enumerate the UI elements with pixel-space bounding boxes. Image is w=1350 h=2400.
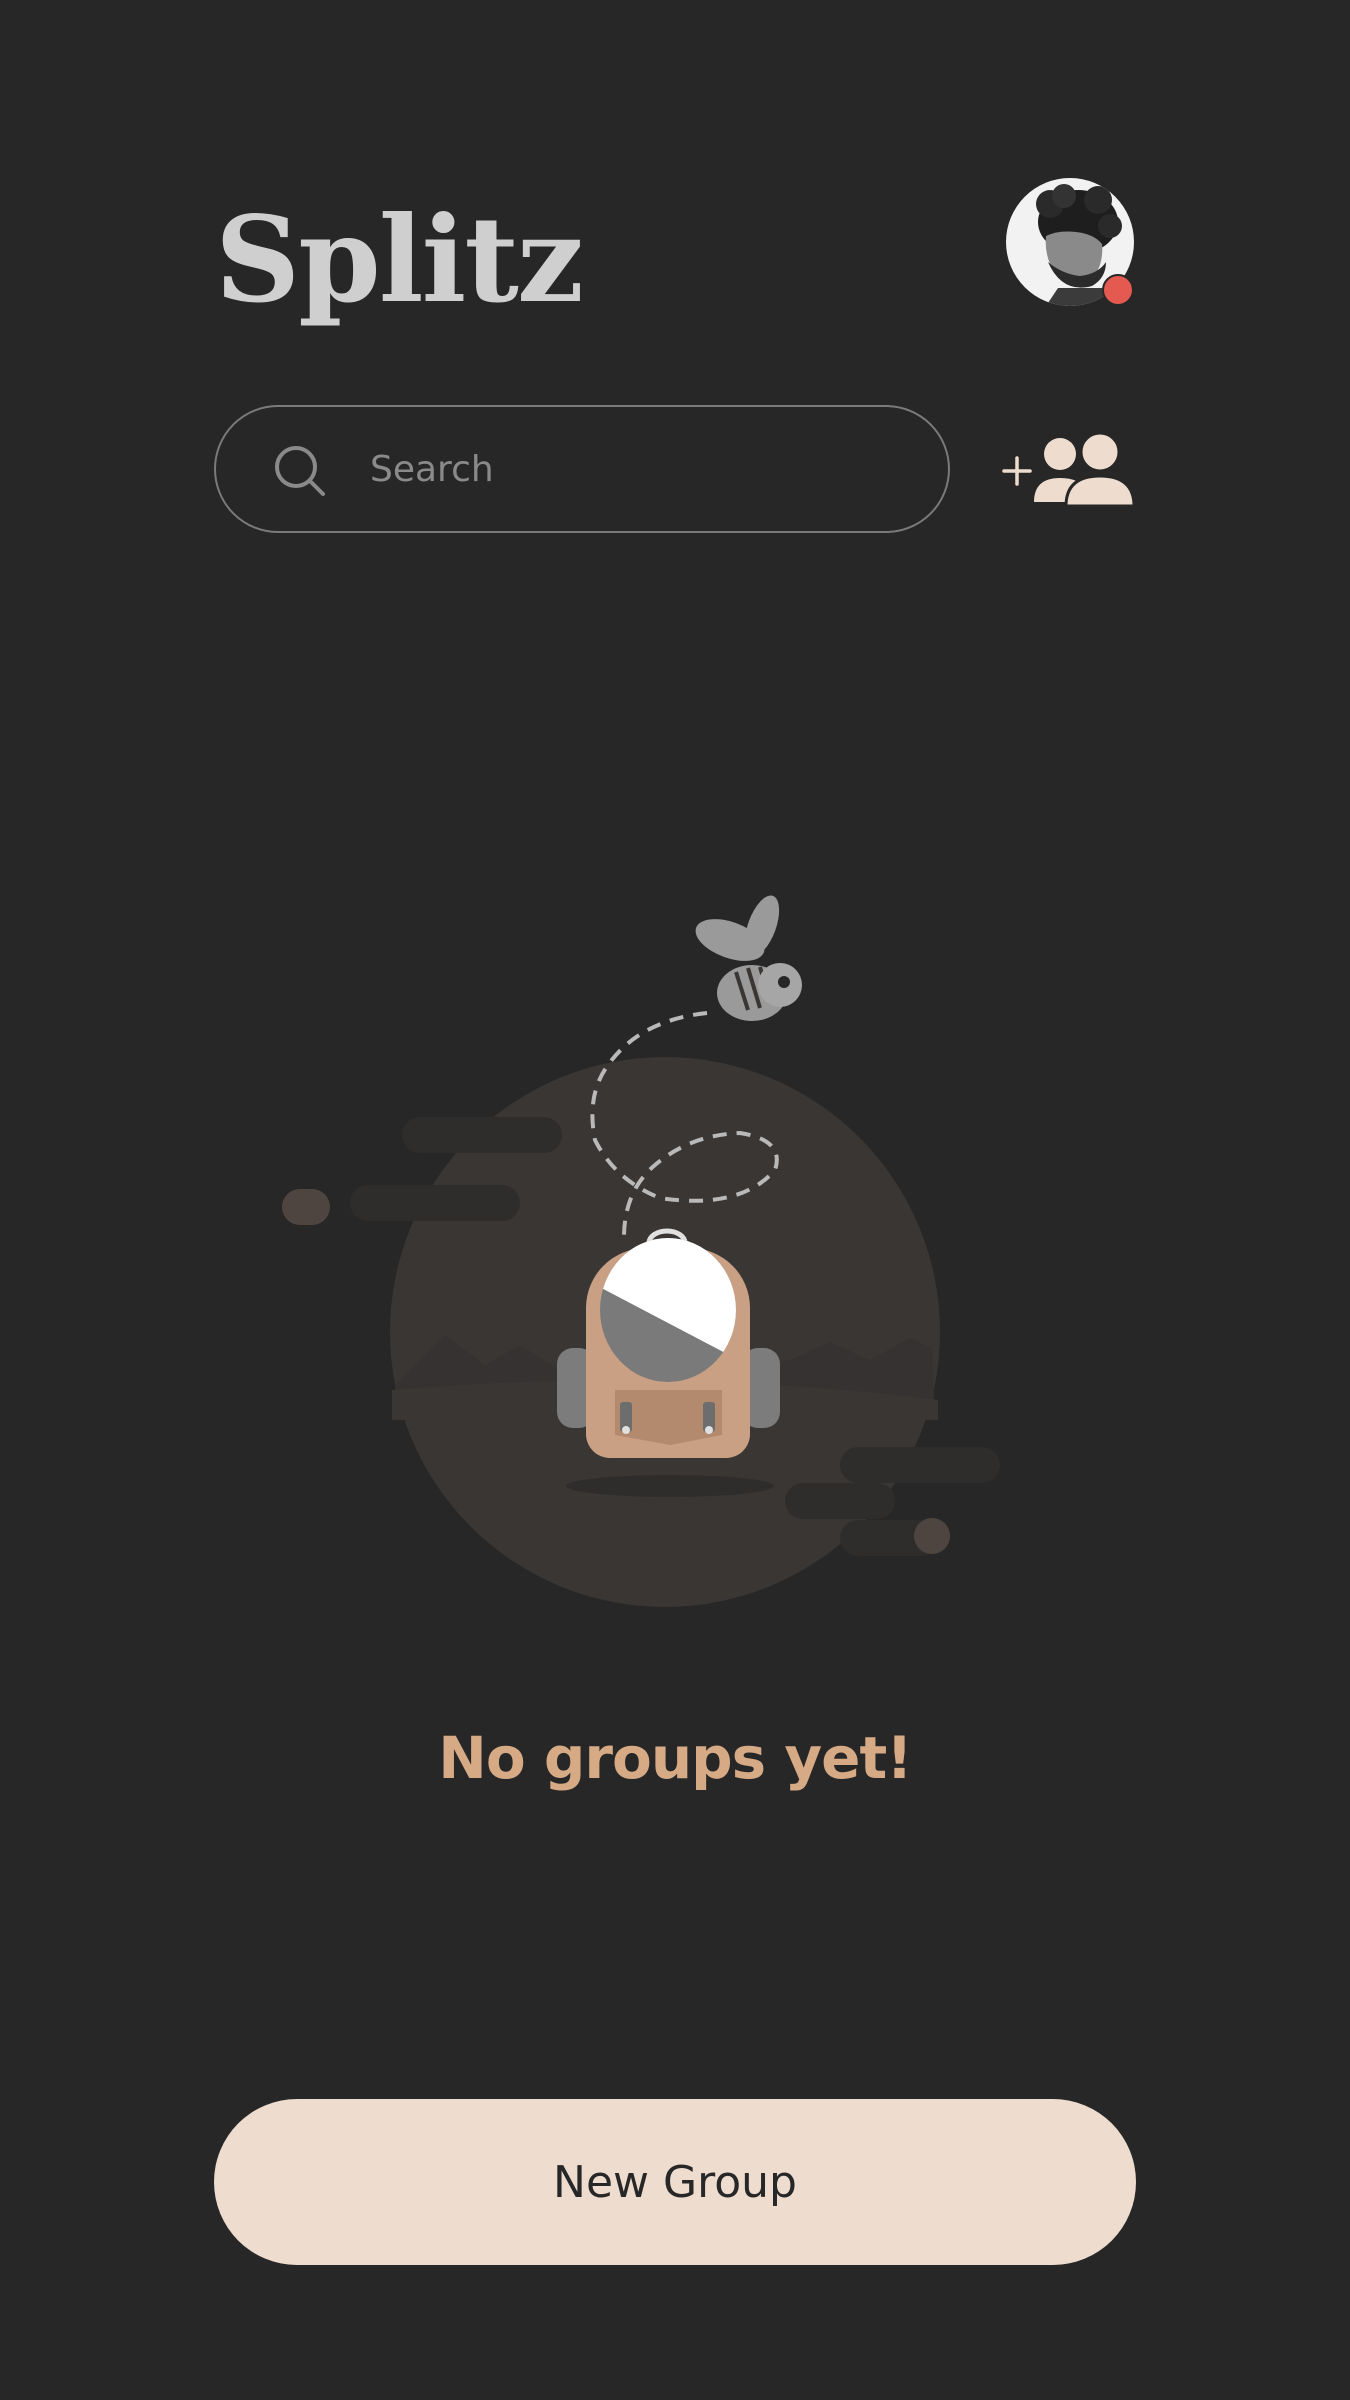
empty-state-message: No groups yet! xyxy=(438,1724,912,1792)
search-bar[interactable] xyxy=(214,405,950,533)
add-group-button[interactable] xyxy=(998,424,1138,514)
online-status-dot xyxy=(1102,274,1134,306)
empty-state-illustration xyxy=(270,880,1030,1640)
search-input[interactable] xyxy=(370,437,910,501)
avatar[interactable] xyxy=(1006,178,1134,306)
app-title: Splitz xyxy=(215,190,584,329)
backpack-bee-illustration xyxy=(282,895,1000,1607)
add-people-icon xyxy=(1002,431,1136,508)
new-group-button[interactable]: New Group xyxy=(214,2099,1136,2265)
search-icon xyxy=(275,446,325,496)
